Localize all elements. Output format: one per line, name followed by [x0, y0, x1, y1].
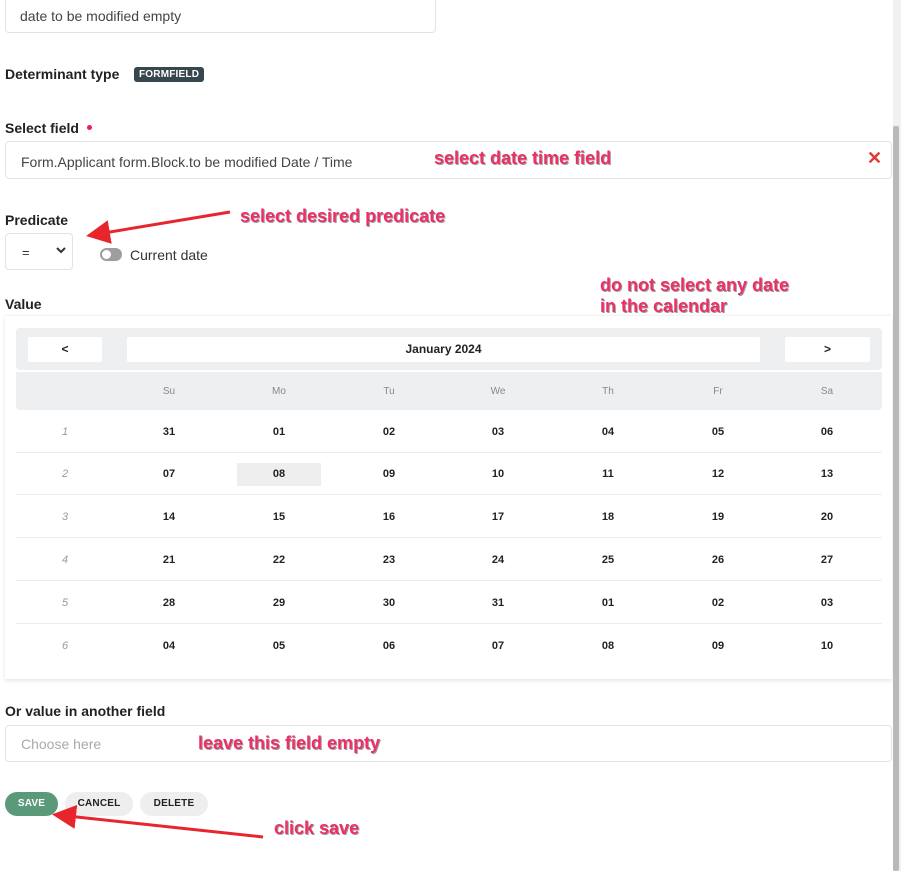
- scrollbar-thumb[interactable]: [893, 126, 899, 871]
- annotation-arrows: [52, 210, 264, 839]
- arrow-to-save: [52, 804, 264, 839]
- arrow-to-predicate: [86, 210, 231, 244]
